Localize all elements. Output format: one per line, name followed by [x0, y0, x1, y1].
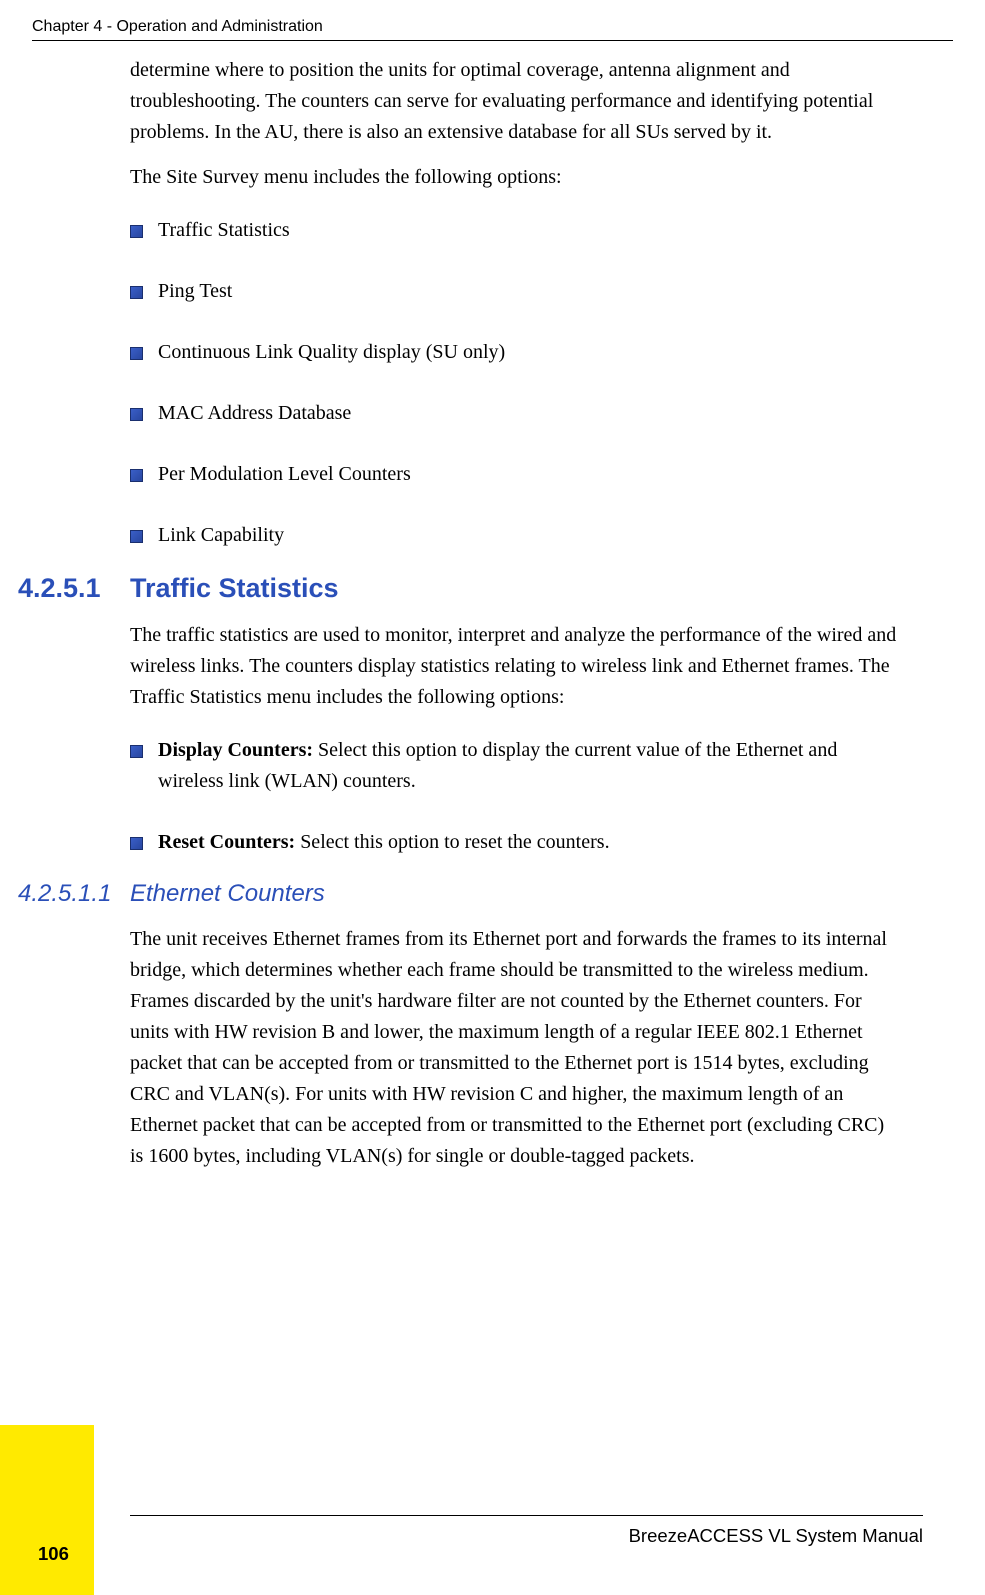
square-bullet-icon: [130, 745, 143, 758]
content-area: determine where to position the units fo…: [130, 55, 900, 1186]
list-item-text: Continuous Link Quality display (SU only…: [158, 337, 900, 368]
list-item-text: MAC Address Database: [158, 398, 900, 429]
square-bullet-icon: [130, 347, 143, 360]
list-item-text: Display Counters: Select this option to …: [158, 735, 900, 797]
option-description: Select this option to reset the counters…: [295, 831, 609, 853]
list-item-text: Reset Counters: Select this option to re…: [158, 827, 900, 858]
site-survey-options-list: Traffic Statistics Ping Test Continuous …: [130, 215, 900, 551]
footer-manual-title: BreezeACCESS VL System Manual: [629, 1525, 923, 1547]
page: Chapter 4 - Operation and Administration…: [0, 0, 985, 1595]
option-label: Display Counters:: [158, 739, 313, 761]
section-number: 4.2.5.1.1: [18, 880, 130, 908]
list-item: Ping Test: [130, 276, 900, 307]
list-item-text: Link Capability: [158, 520, 900, 551]
intro-paragraph-2: The Site Survey menu includes the follow…: [130, 162, 900, 193]
section-number: 4.2.5.1: [18, 573, 130, 604]
square-bullet-icon: [130, 286, 143, 299]
list-item-text: Traffic Statistics: [158, 215, 900, 246]
list-item: Link Capability: [130, 520, 900, 551]
intro-paragraph-1: determine where to position the units fo…: [130, 55, 900, 148]
list-item: Traffic Statistics: [130, 215, 900, 246]
footer-rule: [130, 1515, 923, 1516]
chapter-header: Chapter 4 - Operation and Administration: [32, 18, 953, 41]
option-label: Reset Counters:: [158, 831, 295, 853]
page-number-highlight: [0, 1425, 94, 1595]
list-item: Per Modulation Level Counters: [130, 459, 900, 490]
square-bullet-icon: [130, 837, 143, 850]
ethernet-counters-paragraph: The unit receives Ethernet frames from i…: [130, 924, 900, 1172]
list-item: Continuous Link Quality display (SU only…: [130, 337, 900, 368]
section-title: Ethernet Counters: [130, 880, 325, 908]
page-number: 106: [38, 1543, 69, 1565]
list-item: Reset Counters: Select this option to re…: [130, 827, 900, 858]
section-title: Traffic Statistics: [130, 573, 339, 604]
list-item: Display Counters: Select this option to …: [130, 735, 900, 797]
square-bullet-icon: [130, 225, 143, 238]
square-bullet-icon: [130, 469, 143, 482]
list-item-text: Per Modulation Level Counters: [158, 459, 900, 490]
square-bullet-icon: [130, 530, 143, 543]
section-heading-traffic-statistics: 4.2.5.1 Traffic Statistics: [18, 573, 900, 604]
square-bullet-icon: [130, 408, 143, 421]
list-item-text: Ping Test: [158, 276, 900, 307]
traffic-statistics-options-list: Display Counters: Select this option to …: [130, 735, 900, 858]
list-item: MAC Address Database: [130, 398, 900, 429]
traffic-statistics-paragraph: The traffic statistics are used to monit…: [130, 620, 900, 713]
section-heading-ethernet-counters: 4.2.5.1.1 Ethernet Counters: [18, 880, 900, 908]
